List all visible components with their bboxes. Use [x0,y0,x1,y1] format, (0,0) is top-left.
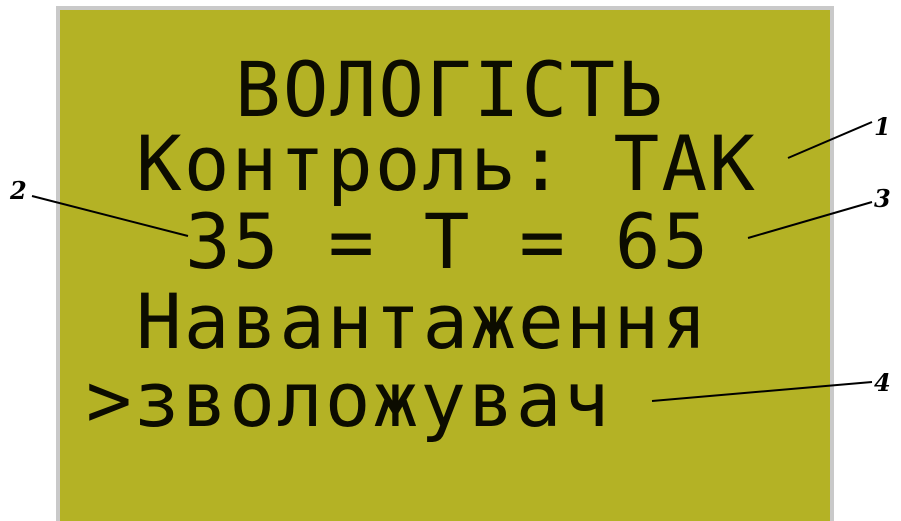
lcd-control-status: Контроль: ТАК [136,119,757,208]
lcd-load-item: >зволожувач [86,355,612,444]
callout-label-1: 1 [874,112,891,141]
lcd-title: ВОЛОГІСТЬ [235,45,665,134]
diagram-stage: ВОЛОГІСТЬ Контроль: ТАК 35 = Т = 65 Нава… [0,0,901,521]
lcd-load-label: Навантаження [136,277,710,366]
callout-label-4: 4 [874,368,891,397]
callout-label-2: 2 [10,176,27,205]
lcd-range: 35 = Т = 65 [185,197,711,286]
lcd-screen: ВОЛОГІСТЬ Контроль: ТАК 35 = Т = 65 Нава… [56,6,834,521]
callout-label-3: 3 [874,184,891,213]
